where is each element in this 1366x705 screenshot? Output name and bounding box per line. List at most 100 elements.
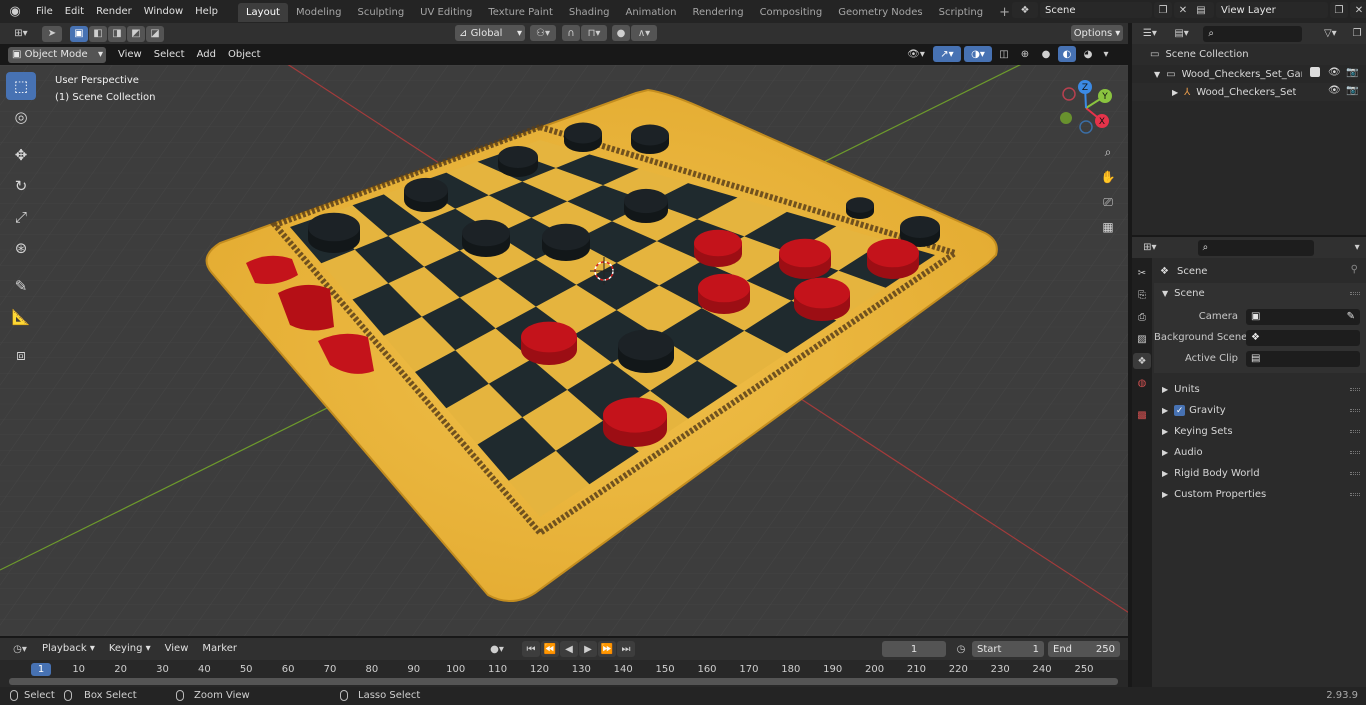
menu-file[interactable]: File <box>30 0 59 23</box>
ortho-grid-icon[interactable]: ▦ <box>1097 216 1119 238</box>
outliner-row-checkers-collection[interactable]: ▼ ▭ Wood_Checkers_Set_Game_F 👁 📷 <box>1132 65 1366 83</box>
menu-help[interactable]: Help <box>189 0 224 23</box>
tab-rendering[interactable]: Rendering <box>684 3 751 22</box>
view-layer-field[interactable]: View Layer <box>1216 2 1328 18</box>
background-scene-field[interactable]: ❖ <box>1246 329 1360 346</box>
zoom-icon[interactable]: ⌕ <box>1097 141 1119 163</box>
tool-tab-icon[interactable]: ✂ <box>1133 265 1151 281</box>
active-tool-icon[interactable]: ➤ <box>42 25 62 42</box>
select-extend-icon[interactable]: ◧ <box>89 25 107 42</box>
new-scene-icon[interactable]: ❐ <box>1154 2 1172 18</box>
tab-layout[interactable]: Layout <box>237 3 288 22</box>
viewport-menu-add[interactable]: Add <box>191 44 222 65</box>
shading-options-chevron-icon[interactable]: ▾ <box>1100 46 1112 62</box>
menu-window[interactable]: Window <box>138 0 189 23</box>
play-icon[interactable]: ▶ <box>579 641 597 657</box>
pin-icon[interactable]: ⚲ <box>1351 264 1358 275</box>
eye-visibility-icon[interactable]: 👁 <box>1328 85 1341 96</box>
rotate-tool-icon[interactable]: ↻ <box>6 172 36 200</box>
scene-tab-icon[interactable]: ❖ <box>1133 353 1151 369</box>
select-new-icon[interactable]: ▣ <box>70 25 88 42</box>
timeline-marker-menu[interactable]: Marker <box>196 638 243 660</box>
tab-uv-editing[interactable]: UV Editing <box>412 3 480 22</box>
annotate-tool-icon[interactable]: ✎ <box>6 272 36 300</box>
cursor-tool-icon[interactable]: ◎ <box>6 103 36 131</box>
outliner-row-checkers-empty[interactable]: ▶ ⅄ Wood_Checkers_Set_Gar 👁 📷 <box>1132 83 1366 101</box>
rendered-shading-icon[interactable]: ◕ <box>1079 46 1097 62</box>
tab-compositing[interactable]: Compositing <box>752 3 831 22</box>
panel-gravity[interactable]: ▶ ✓ Gravity <box>1154 400 1366 421</box>
drag-grip-icon[interactable] <box>1350 472 1360 475</box>
filter-icon[interactable]: ▽▾ <box>1316 26 1344 42</box>
panel-scene-header[interactable]: ▼ Scene <box>1154 283 1366 304</box>
active-clip-field[interactable]: ▤ <box>1246 350 1360 367</box>
pivot-point-icon[interactable]: ⚇▾ <box>530 25 556 41</box>
measure-tool-icon[interactable]: 📐 <box>6 303 36 331</box>
tab-modeling[interactable]: Modeling <box>288 3 350 22</box>
scale-tool-icon[interactable]: ⤢ <box>6 203 36 231</box>
orientation-dropdown[interactable]: ⊿ Global ▾ <box>455 25 525 41</box>
view-layer-tab-icon[interactable]: ▨ <box>1133 331 1151 347</box>
prev-keyframe-icon[interactable]: ⏪ <box>541 641 559 657</box>
collection-checkbox[interactable] <box>1310 67 1320 77</box>
menu-render[interactable]: Render <box>90 0 138 23</box>
tab-texture-paint[interactable]: Texture Paint <box>480 3 561 22</box>
add-cube-tool-icon[interactable]: ⧈ <box>6 341 36 369</box>
current-frame-field[interactable]: 1 <box>882 641 946 657</box>
new-view-layer-icon[interactable]: ❐ <box>1330 2 1348 18</box>
drag-grip-icon[interactable] <box>1350 493 1360 496</box>
display-mode-icon[interactable]: ▤▾ <box>1168 26 1196 42</box>
drag-grip-icon[interactable] <box>1350 292 1360 295</box>
snap-icon[interactable]: ∩ <box>562 25 580 41</box>
tab-scripting[interactable]: Scripting <box>931 3 991 22</box>
outliner-search-input[interactable]: ⌕ <box>1203 25 1303 42</box>
visibility-icon[interactable]: 👁▾ <box>902 46 930 62</box>
timeline-view-menu[interactable]: View <box>159 638 195 660</box>
options-dropdown[interactable]: Options ▾ <box>1071 25 1123 41</box>
new-collection-icon[interactable]: ❐ <box>1348 26 1366 42</box>
properties-options-chevron-icon[interactable]: ▾ <box>1348 240 1366 256</box>
select-subtract-icon[interactable]: ◨ <box>108 25 126 42</box>
eye-visibility-icon[interactable]: 👁 <box>1328 67 1341 78</box>
select-difference-icon[interactable]: ◩ <box>127 25 145 42</box>
start-frame-field[interactable]: Start 1 <box>972 641 1044 657</box>
camera-field[interactable]: ▣ ✎ <box>1246 308 1360 325</box>
properties-editor-type-icon[interactable]: ⊞▾ <box>1136 240 1164 256</box>
drag-grip-icon[interactable] <box>1350 388 1360 391</box>
wireframe-shading-icon[interactable]: ⊕ <box>1016 46 1034 62</box>
scene-name-field[interactable]: Scene <box>1040 2 1152 18</box>
output-tab-icon[interactable]: ⎙ <box>1133 309 1151 325</box>
navigation-gizmo[interactable]: X Y Z <box>1055 77 1117 139</box>
world-tab-icon[interactable]: ◍ <box>1133 375 1151 391</box>
jump-start-icon[interactable]: ⏮ <box>522 641 540 657</box>
drag-grip-icon[interactable] <box>1350 430 1360 433</box>
tab-shading[interactable]: Shading <box>561 3 618 22</box>
viewport-menu-object[interactable]: Object <box>222 44 267 65</box>
timeline-playback-menu[interactable]: Playback ▾ <box>36 638 101 660</box>
tab-geometry-nodes[interactable]: Geometry Nodes <box>830 3 930 22</box>
blender-logo-icon[interactable]: ◉ <box>0 4 30 20</box>
delete-view-layer-icon[interactable]: ✕ <box>1350 2 1366 18</box>
timeline-keying-menu[interactable]: Keying ▾ <box>103 638 157 660</box>
scene-browse-icon[interactable]: ❖ <box>1012 2 1038 18</box>
proportional-edit-icon[interactable]: ● <box>612 25 630 41</box>
menu-edit[interactable]: Edit <box>59 0 90 23</box>
camera-render-icon[interactable]: 📷 <box>1346 85 1358 96</box>
gravity-checkbox[interactable]: ✓ <box>1174 405 1186 416</box>
xray-icon[interactable]: ◫ <box>995 46 1013 62</box>
eyedropper-icon[interactable]: ✎ <box>1347 311 1355 322</box>
tab-sculpting[interactable]: Sculpting <box>349 3 412 22</box>
outliner-editor-type-icon[interactable]: ☰▾ <box>1136 26 1164 42</box>
end-frame-field[interactable]: End 250 <box>1048 641 1120 657</box>
outliner-row-scene-collection[interactable]: ▭ Scene Collection <box>1132 44 1366 65</box>
clock-icon[interactable]: ◷ <box>952 641 970 657</box>
drag-grip-icon[interactable] <box>1350 451 1360 454</box>
texture-tab-icon[interactable]: ▩ <box>1133 407 1151 423</box>
view-layer-browse-icon[interactable]: ▤ <box>1188 2 1214 18</box>
transform-tool-icon[interactable]: ⊛ <box>6 234 36 262</box>
viewport-menu-select[interactable]: Select <box>148 44 191 65</box>
select-box-tool-icon[interactable]: ⬚ <box>6 72 36 100</box>
move-tool-icon[interactable]: ✥ <box>6 141 36 169</box>
gizmo-toggle-icon[interactable]: ↗▾ <box>933 46 961 62</box>
drag-grip-icon[interactable] <box>1350 409 1360 412</box>
